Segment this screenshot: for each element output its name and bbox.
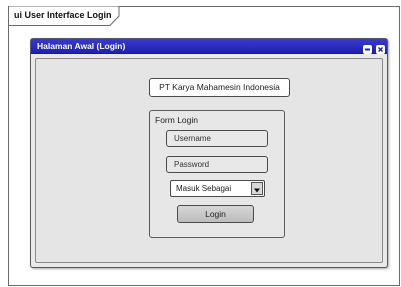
frame-label: ui User Interface Login	[14, 10, 112, 20]
window-content-panel: PT Karya Mahamesin Indonesia Form Login …	[35, 58, 383, 263]
role-select-value: Masuk Sebagai	[176, 184, 232, 193]
username-input[interactable]: Username	[166, 130, 268, 147]
window-title: Halaman Awal (Login)	[37, 41, 126, 51]
chevron-down-icon[interactable]	[251, 182, 263, 195]
company-name-label: PT Karya Mahamesin Indonesia	[149, 78, 290, 97]
login-window: Halaman Awal (Login) PT Karya Mahamesin …	[30, 38, 388, 268]
minimize-icon[interactable]	[363, 41, 372, 54]
role-select[interactable]: Masuk Sebagai	[170, 180, 265, 197]
form-title: Form Login	[155, 115, 198, 125]
window-title-bar[interactable]: Halaman Awal (Login)	[31, 39, 387, 54]
login-button[interactable]: Login	[177, 205, 254, 223]
password-input[interactable]: Password	[166, 156, 268, 173]
close-icon[interactable]	[376, 41, 385, 54]
login-form-panel: Form Login Username Password Masuk Sebag…	[149, 110, 285, 238]
